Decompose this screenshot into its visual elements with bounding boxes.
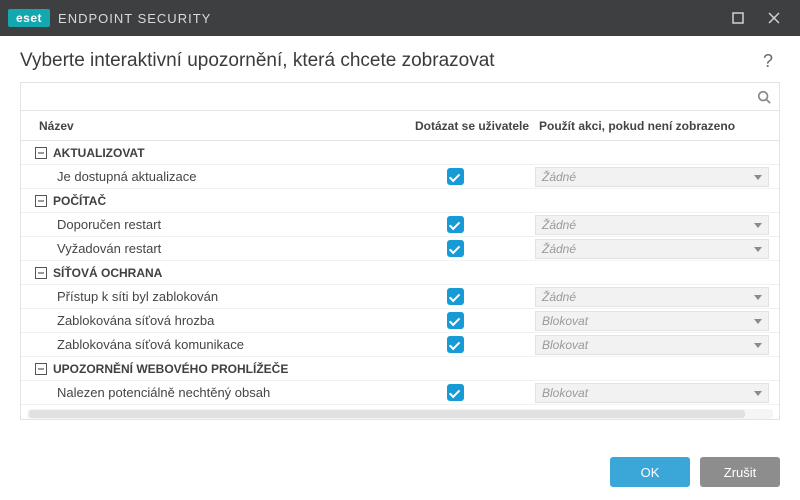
item-row: Zablokována síťová hrozba Blokovat <box>21 309 779 333</box>
item-row: Vyžadován restart Žádné <box>21 237 779 261</box>
close-icon <box>768 12 780 24</box>
group-label: SÍŤOVÁ OCHRANA <box>53 266 162 280</box>
main-panel: Název Dotázat se uživatele Použít akci, … <box>20 82 780 420</box>
ask-user-checkbox[interactable] <box>447 240 464 257</box>
item-check-cell <box>415 288 535 305</box>
collapse-icon[interactable] <box>35 267 47 279</box>
item-action-cell: Blokovat <box>535 311 779 331</box>
collapse-icon[interactable] <box>35 363 47 375</box>
help-icon[interactable]: ? <box>756 51 780 72</box>
close-button[interactable] <box>756 0 792 36</box>
ask-user-checkbox[interactable] <box>447 168 464 185</box>
item-name: Je dostupná aktualizace <box>21 169 415 184</box>
item-name: Doporučen restart <box>21 217 415 232</box>
minimize-button[interactable] <box>720 0 756 36</box>
searchbar <box>21 83 779 111</box>
page-title: Vyberte interaktivní upozornění, která c… <box>20 50 756 72</box>
table-header: Název Dotázat se uživatele Použít akci, … <box>21 111 779 141</box>
item-name: Zablokována síťová komunikace <box>21 337 415 352</box>
item-check-cell <box>415 168 535 185</box>
item-row: Je dostupná aktualizace Žádné <box>21 165 779 189</box>
column-action: Použít akci, pokud není zobrazeno <box>535 119 779 133</box>
item-action-cell: Žádné <box>535 239 779 259</box>
group-label: POČÍTAČ <box>53 194 106 208</box>
item-action-cell: Blokovat <box>535 383 779 403</box>
column-name: Název <box>21 119 415 133</box>
action-select[interactable]: Žádné <box>535 287 769 307</box>
item-name: Zablokována síťová hrozba <box>21 313 415 328</box>
search-button[interactable] <box>749 83 779 110</box>
ask-user-checkbox[interactable] <box>447 336 464 353</box>
minimize-icon <box>732 12 744 24</box>
item-action-cell: Žádné <box>535 287 779 307</box>
ask-user-checkbox[interactable] <box>447 288 464 305</box>
ask-user-checkbox[interactable] <box>447 216 464 233</box>
item-name: Nalezen potenciálně nechtěný obsah <box>21 385 415 400</box>
item-action-cell: Žádné <box>535 167 779 187</box>
header-row: Vyberte interaktivní upozornění, která c… <box>0 36 800 82</box>
item-check-cell <box>415 216 535 233</box>
ask-user-checkbox[interactable] <box>447 384 464 401</box>
titlebar: eset ENDPOINT SECURITY <box>0 0 800 36</box>
ok-button[interactable]: OK <box>610 457 690 487</box>
item-name: Vyžadován restart <box>21 241 415 256</box>
group-row[interactable]: UPOZORNĚNÍ WEBOVÉHO PROHLÍŽEČE <box>21 357 779 381</box>
item-name: Přístup k síti byl zablokován <box>21 289 415 304</box>
brand-badge: eset <box>8 9 50 27</box>
brand-text: ENDPOINT SECURITY <box>58 11 211 26</box>
action-select[interactable]: Blokovat <box>535 335 769 355</box>
item-action-cell: Blokovat <box>535 335 779 355</box>
item-row: Zablokována síťová komunikace Blokovat <box>21 333 779 357</box>
item-check-cell <box>415 336 535 353</box>
item-check-cell <box>415 384 535 401</box>
tree-body[interactable]: AKTUALIZOVAT Je dostupná aktualizace Žádné… <box>21 141 779 409</box>
group-row[interactable]: POČÍTAČ <box>21 189 779 213</box>
item-row: Přístup k síti byl zablokován Žádné <box>21 285 779 309</box>
cancel-button[interactable]: Zrušit <box>700 457 780 487</box>
item-check-cell <box>415 312 535 329</box>
item-check-cell <box>415 240 535 257</box>
footer: OK Zrušit <box>0 444 800 500</box>
column-ask: Dotázat se uživatele <box>415 119 535 133</box>
action-select[interactable]: Blokovat <box>535 383 769 403</box>
collapse-icon[interactable] <box>35 195 47 207</box>
action-select[interactable]: Žádné <box>535 167 769 187</box>
action-select[interactable]: Blokovat <box>535 311 769 331</box>
search-input[interactable] <box>21 83 749 110</box>
group-row[interactable]: AKTUALIZOVAT <box>21 141 779 165</box>
search-icon <box>757 90 771 104</box>
ask-user-checkbox[interactable] <box>447 312 464 329</box>
action-select[interactable]: Žádné <box>535 215 769 235</box>
item-action-cell: Žádné <box>535 215 779 235</box>
action-select[interactable]: Žádné <box>535 239 769 259</box>
collapse-icon[interactable] <box>35 147 47 159</box>
group-label: AKTUALIZOVAT <box>53 146 145 160</box>
group-row[interactable]: SÍŤOVÁ OCHRANA <box>21 261 779 285</box>
item-row: Nalezen potenciálně nechtěný obsah Blokov… <box>21 381 779 405</box>
group-label: UPOZORNĚNÍ WEBOVÉHO PROHLÍŽEČE <box>53 362 288 376</box>
horizontal-scrollbar[interactable] <box>27 409 773 419</box>
item-row: Doporučen restart Žádné <box>21 213 779 237</box>
